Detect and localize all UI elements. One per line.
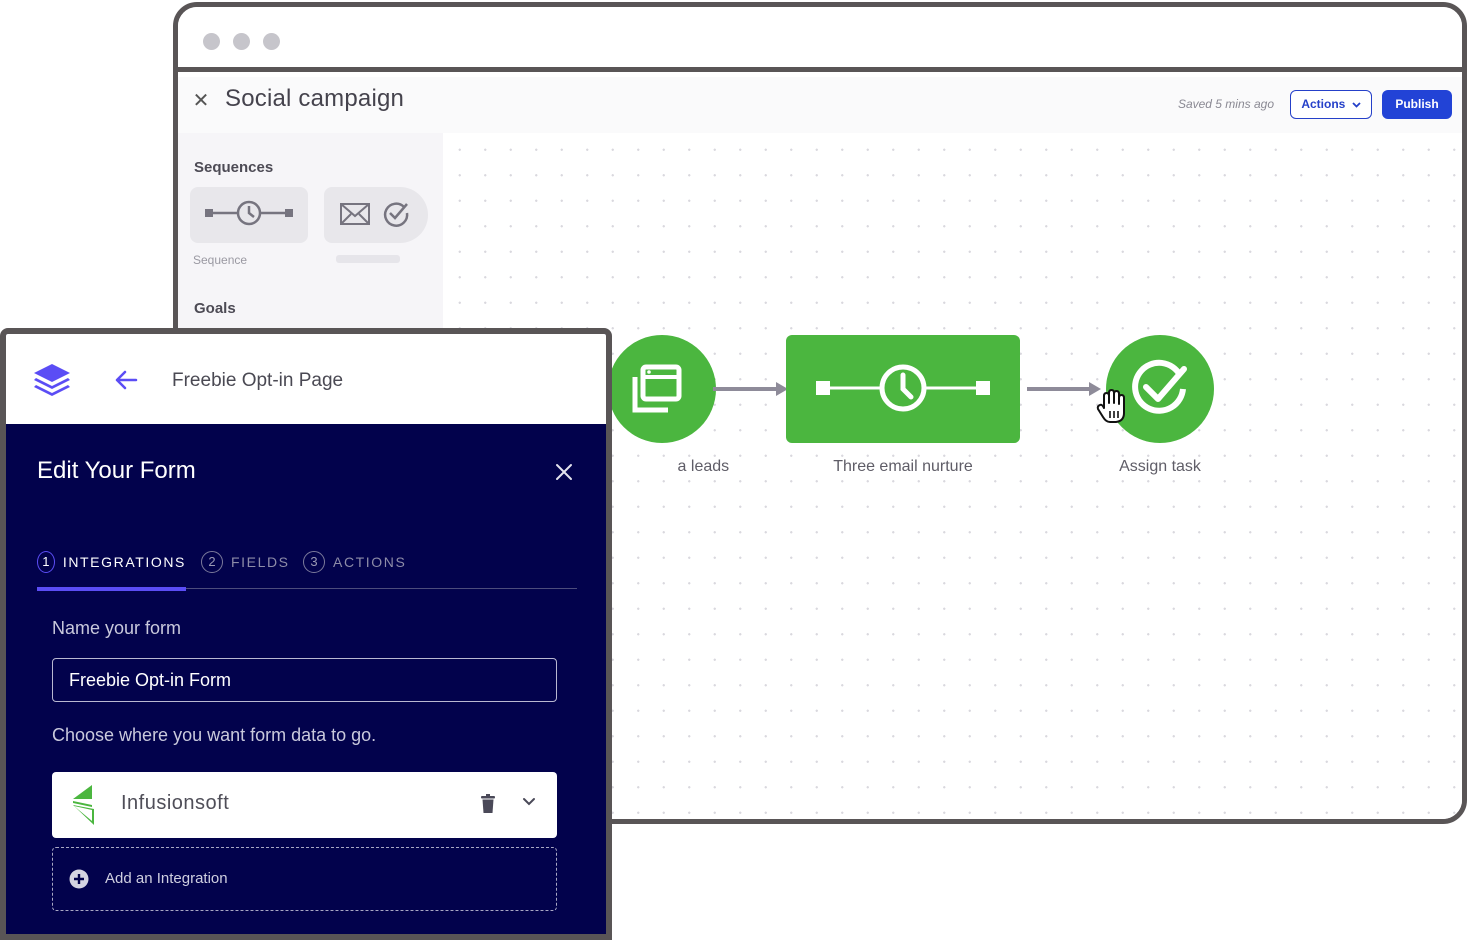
connector-arrow-2 xyxy=(1027,382,1101,396)
add-integration-label: Add an Integration xyxy=(105,870,228,887)
tab-label: INTEGRATIONS xyxy=(62,554,186,570)
step-number: 3 xyxy=(303,551,325,573)
connector-arrow-1 xyxy=(713,382,788,396)
tab-label: FIELDS xyxy=(231,554,290,570)
node-three-email-nurture[interactable] xyxy=(786,335,1020,443)
plus-circle-icon xyxy=(69,869,89,889)
email-icon xyxy=(340,203,370,225)
destination-label: Choose where you want form data to go. xyxy=(52,725,377,745)
node-social-media-leads[interactable] xyxy=(608,335,716,443)
window-dot-close[interactable] xyxy=(203,33,220,50)
chevron-down-icon[interactable] xyxy=(522,797,536,807)
layers-logo-icon[interactable] xyxy=(30,362,74,398)
tab-actions[interactable]: 3 ACTIONS xyxy=(303,551,406,589)
chevron-down-icon xyxy=(1352,102,1361,108)
sequence-tile-label: Sequence xyxy=(193,253,248,267)
actions-dropdown-button[interactable]: Actions xyxy=(1290,90,1372,119)
step-number: 2 xyxy=(201,551,223,573)
tab-label: ACTIONS xyxy=(333,554,407,570)
tab-integrations[interactable]: 1 INTEGRATIONS xyxy=(37,551,186,591)
form-steps-tabs: 1 INTEGRATIONS 2 FIELDS 3 ACTIONS xyxy=(37,551,577,591)
window-dot-minimize[interactable] xyxy=(233,33,250,50)
node-label-assign-task: Assign task xyxy=(1119,458,1201,475)
sequence-timer-icon xyxy=(816,364,990,412)
trash-icon[interactable] xyxy=(480,794,496,814)
form-title: Edit Your Form xyxy=(37,457,196,484)
grab-hand-cursor-icon xyxy=(1096,389,1125,423)
sequence-timer-icon xyxy=(205,200,293,226)
back-arrow-icon[interactable] xyxy=(114,370,138,390)
tile-label-placeholder xyxy=(336,255,400,263)
web-pages-icon xyxy=(632,364,682,413)
add-integration-button[interactable]: Add an Integration xyxy=(52,847,557,911)
infusionsoft-logo-icon xyxy=(73,785,94,825)
close-campaign-icon[interactable]: ✕ xyxy=(190,89,212,111)
browser-chrome xyxy=(178,7,1462,72)
node-label-social-media-leads: Social media leads xyxy=(594,458,730,475)
integration-card-infusionsoft[interactable]: Infusionsoft xyxy=(52,772,557,838)
form-name-input[interactable] xyxy=(52,658,557,702)
node-label-three-email-nurture: Three email nurture xyxy=(833,458,973,475)
check-circle-icon xyxy=(383,202,409,227)
goals-heading: Goals xyxy=(194,300,236,317)
window-dot-maximize[interactable] xyxy=(263,33,280,50)
email-task-tile[interactable] xyxy=(324,187,428,243)
form-editor-panel: Freebie Opt-in Page Edit Your Form 1 INT… xyxy=(0,328,612,940)
tab-fields[interactable]: 2 FIELDS xyxy=(201,551,290,589)
integration-name: Infusionsoft xyxy=(121,792,230,814)
publish-button[interactable]: Publish xyxy=(1382,90,1452,119)
sequences-heading: Sequences xyxy=(194,159,274,176)
actions-label: Actions xyxy=(1301,97,1346,111)
saved-status: Saved 5 mins ago xyxy=(1177,97,1274,111)
sequence-tile[interactable] xyxy=(190,187,308,243)
campaign-title: Social campaign xyxy=(225,85,405,112)
close-icon[interactable] xyxy=(552,460,576,484)
step-number: 1 xyxy=(37,551,55,573)
form-topbar: Freebie Opt-in Page xyxy=(6,334,606,424)
page-name: Freebie Opt-in Page xyxy=(172,370,344,391)
campaign-header: ✕ Social campaign Saved 5 mins ago Actio… xyxy=(178,77,1462,133)
form-name-label: Name your form xyxy=(52,618,182,638)
